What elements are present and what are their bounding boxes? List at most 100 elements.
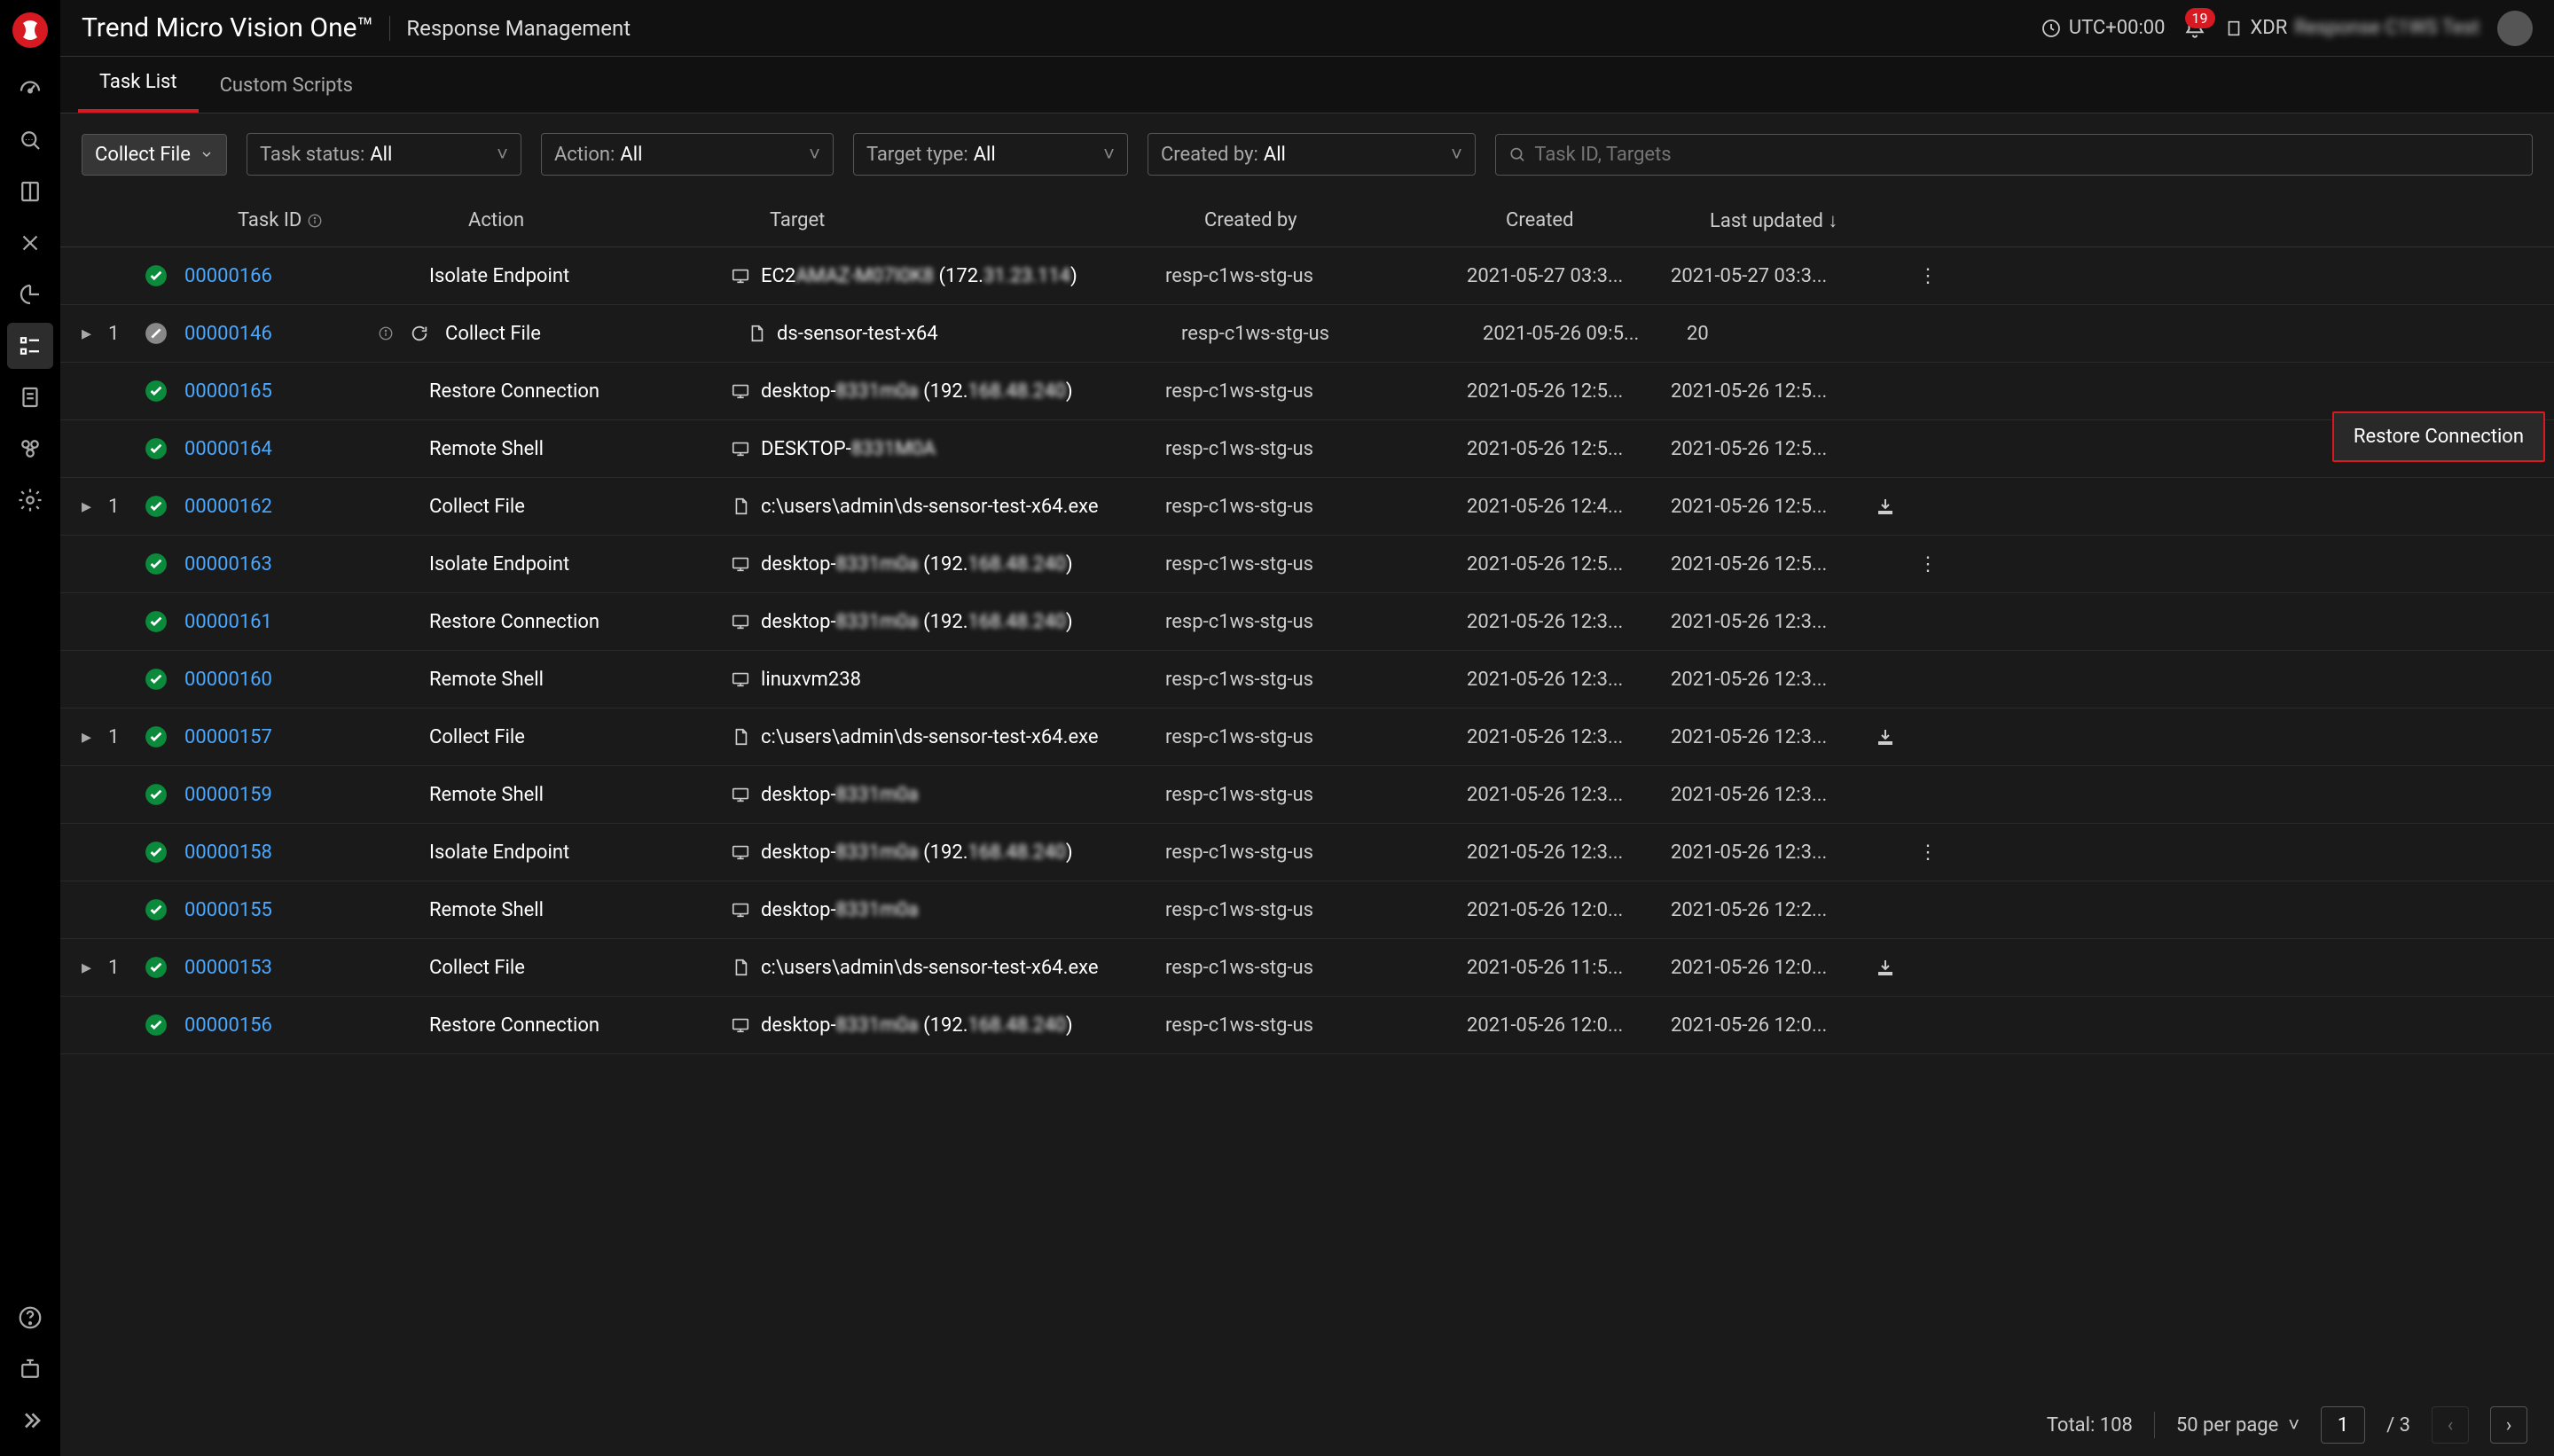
target-cell: desktop-8331m0a (192.168.48.240)	[731, 1014, 1165, 1037]
updated-cell: 2021-05-26 12:3...	[1671, 784, 1875, 806]
action-cell: Isolate Endpoint	[429, 553, 731, 575]
refresh-icon[interactable]	[410, 324, 445, 343]
search-input[interactable]	[1534, 144, 2519, 166]
col-last-updated[interactable]: Last updated ↓	[1710, 209, 1914, 232]
task-id-link[interactable]: 00000161	[184, 611, 371, 633]
table-row[interactable]: 00000155Remote Shelldesktop-8331m0a resp…	[60, 881, 2554, 939]
expand-icon[interactable]	[7, 1397, 53, 1444]
nav-settings[interactable]	[7, 477, 53, 523]
row-menu-icon[interactable]: ⋮	[1910, 265, 1946, 287]
task-id-link[interactable]: 00000158	[184, 842, 371, 864]
table-row[interactable]: ▸100000146Collect Fileds-sensor-test-x64…	[60, 305, 2554, 363]
total-label: Total: 108	[2047, 1414, 2133, 1436]
table-row[interactable]: 00000164Remote ShellDESKTOP-8331M0A resp…	[60, 420, 2554, 478]
filter-status[interactable]: Task status:All˅	[247, 133, 521, 176]
nav-users[interactable]	[7, 426, 53, 472]
task-id-link[interactable]: 00000157	[184, 726, 371, 748]
computer-icon	[731, 612, 750, 631]
col-target[interactable]: Target	[770, 209, 1204, 232]
updated-cell: 20	[1687, 323, 1891, 345]
download-icon[interactable]	[1875, 957, 1910, 978]
task-id-link[interactable]: 00000163	[184, 553, 371, 575]
filter-action[interactable]: Action:All˅	[541, 133, 834, 176]
table-row[interactable]: 00000160Remote Shelllinuxvm238 resp-c1ws…	[60, 651, 2554, 708]
task-id-link[interactable]: 00000160	[184, 669, 371, 691]
task-id-link[interactable]: 00000164	[184, 438, 371, 460]
task-id-link[interactable]: 00000159	[184, 784, 371, 806]
created-by-cell: resp-c1ws-stg-us	[1165, 496, 1467, 518]
table-row[interactable]: 00000166Isolate EndpointEC2AMAZ-M07I0K8 …	[60, 247, 2554, 305]
nav-search[interactable]: ⋯	[7, 117, 53, 163]
task-id-link[interactable]: 00000146	[184, 323, 371, 345]
tabbar: Task List Custom Scripts	[60, 57, 2554, 114]
action-cell: Collect File	[429, 726, 731, 748]
table-row[interactable]: ▸100000153Collect Filec:\users\admin\ds-…	[60, 939, 2554, 997]
filter-created-by[interactable]: Created by:All˅	[1148, 133, 1476, 176]
breadcrumb: Response Management	[389, 16, 631, 41]
task-id-link[interactable]: 00000153	[184, 957, 371, 979]
page-input[interactable]	[2321, 1406, 2365, 1444]
nav-cross[interactable]	[7, 220, 53, 266]
status-icon	[140, 260, 172, 292]
active-filter-pill[interactable]: Collect File	[82, 134, 227, 176]
table-row[interactable]: ▸100000157Collect Filec:\users\admin\ds-…	[60, 708, 2554, 766]
task-id-link[interactable]: 00000166	[184, 265, 371, 287]
created-cell: 2021-05-26 12:0...	[1467, 1014, 1671, 1037]
help-icon[interactable]	[7, 1295, 53, 1341]
tab-task-list[interactable]: Task List	[78, 55, 199, 113]
table-row[interactable]: 00000156Restore Connectiondesktop-8331m0…	[60, 997, 2554, 1054]
nav-report[interactable]	[7, 374, 53, 420]
context-menu-restore[interactable]: Restore Connection	[2332, 411, 2545, 462]
table-row[interactable]: 00000165Restore Connectiondesktop-8331m0…	[60, 363, 2554, 420]
search-box[interactable]	[1495, 134, 2533, 176]
table-row[interactable]: 00000158Isolate Endpointdesktop-8331m0a …	[60, 824, 2554, 881]
table-row[interactable]: ▸100000162Collect Filec:\users\admin\ds-…	[60, 478, 2554, 536]
perpage-select[interactable]: 50 per page ˅	[2176, 1413, 2299, 1436]
task-id-link[interactable]: 00000155	[184, 899, 371, 921]
page-prev[interactable]: ‹	[2432, 1406, 2469, 1444]
account-switcher[interactable]: XDRResponse C1WS Test	[2224, 17, 2480, 39]
tab-custom-scripts[interactable]: Custom Scripts	[199, 59, 374, 113]
status-icon	[140, 951, 172, 983]
avatar[interactable]	[2497, 11, 2533, 46]
row-menu-icon[interactable]: ⋮	[1910, 553, 1946, 575]
svg-text:⋯: ⋯	[25, 136, 34, 145]
task-id-link[interactable]: 00000165	[184, 380, 371, 403]
box-icon[interactable]	[7, 1346, 53, 1392]
col-created-by[interactable]: Created by	[1204, 209, 1506, 232]
nav-dashboard[interactable]	[7, 66, 53, 112]
created-cell: 2021-05-26 12:4...	[1467, 496, 1671, 518]
nav-book[interactable]	[7, 168, 53, 215]
notifications[interactable]: 19	[2183, 17, 2206, 40]
expand-toggle[interactable]: ▸	[82, 726, 108, 748]
created-cell: 2021-05-26 12:3...	[1467, 842, 1671, 864]
task-id-link[interactable]: 00000162	[184, 496, 371, 518]
nav-tasks[interactable]	[7, 323, 53, 369]
col-task-id[interactable]: Task ID	[238, 209, 468, 232]
chevron-down-icon	[200, 147, 214, 161]
table-row[interactable]: 00000159Remote Shelldesktop-8331m0a resp…	[60, 766, 2554, 824]
task-id-link[interactable]: 00000156	[184, 1014, 371, 1037]
expand-toggle[interactable]: ▸	[82, 496, 108, 518]
created-by-cell: resp-c1ws-stg-us	[1165, 784, 1467, 806]
expand-toggle[interactable]: ▸	[82, 323, 108, 345]
expand-toggle[interactable]: ▸	[82, 957, 108, 979]
created-by-cell: resp-c1ws-stg-us	[1165, 1014, 1467, 1037]
created-by-cell: resp-c1ws-stg-us	[1165, 669, 1467, 691]
filter-target-type[interactable]: Target type:All˅	[853, 133, 1128, 176]
table-row[interactable]: 00000161Restore Connectiondesktop-8331m0…	[60, 593, 2554, 651]
target-cell: desktop-8331m0a (192.168.48.240)	[731, 611, 1165, 633]
row-menu-icon[interactable]: ⋮	[1910, 842, 1946, 864]
download-icon[interactable]	[1875, 726, 1910, 748]
download-icon[interactable]	[1875, 496, 1910, 517]
action-cell: Collect File	[445, 323, 747, 345]
table-row[interactable]: 00000163Isolate Endpointdesktop-8331m0a …	[60, 536, 2554, 593]
target-cell: ds-sensor-test-x64	[747, 323, 1181, 345]
timezone[interactable]: UTC+00:00	[2041, 17, 2166, 39]
info-icon[interactable]	[378, 325, 394, 341]
col-created[interactable]: Created	[1506, 209, 1710, 232]
col-action[interactable]: Action	[468, 209, 770, 232]
brand-logo[interactable]	[12, 12, 48, 48]
page-next[interactable]: ›	[2490, 1406, 2527, 1444]
nav-radar[interactable]	[7, 271, 53, 317]
